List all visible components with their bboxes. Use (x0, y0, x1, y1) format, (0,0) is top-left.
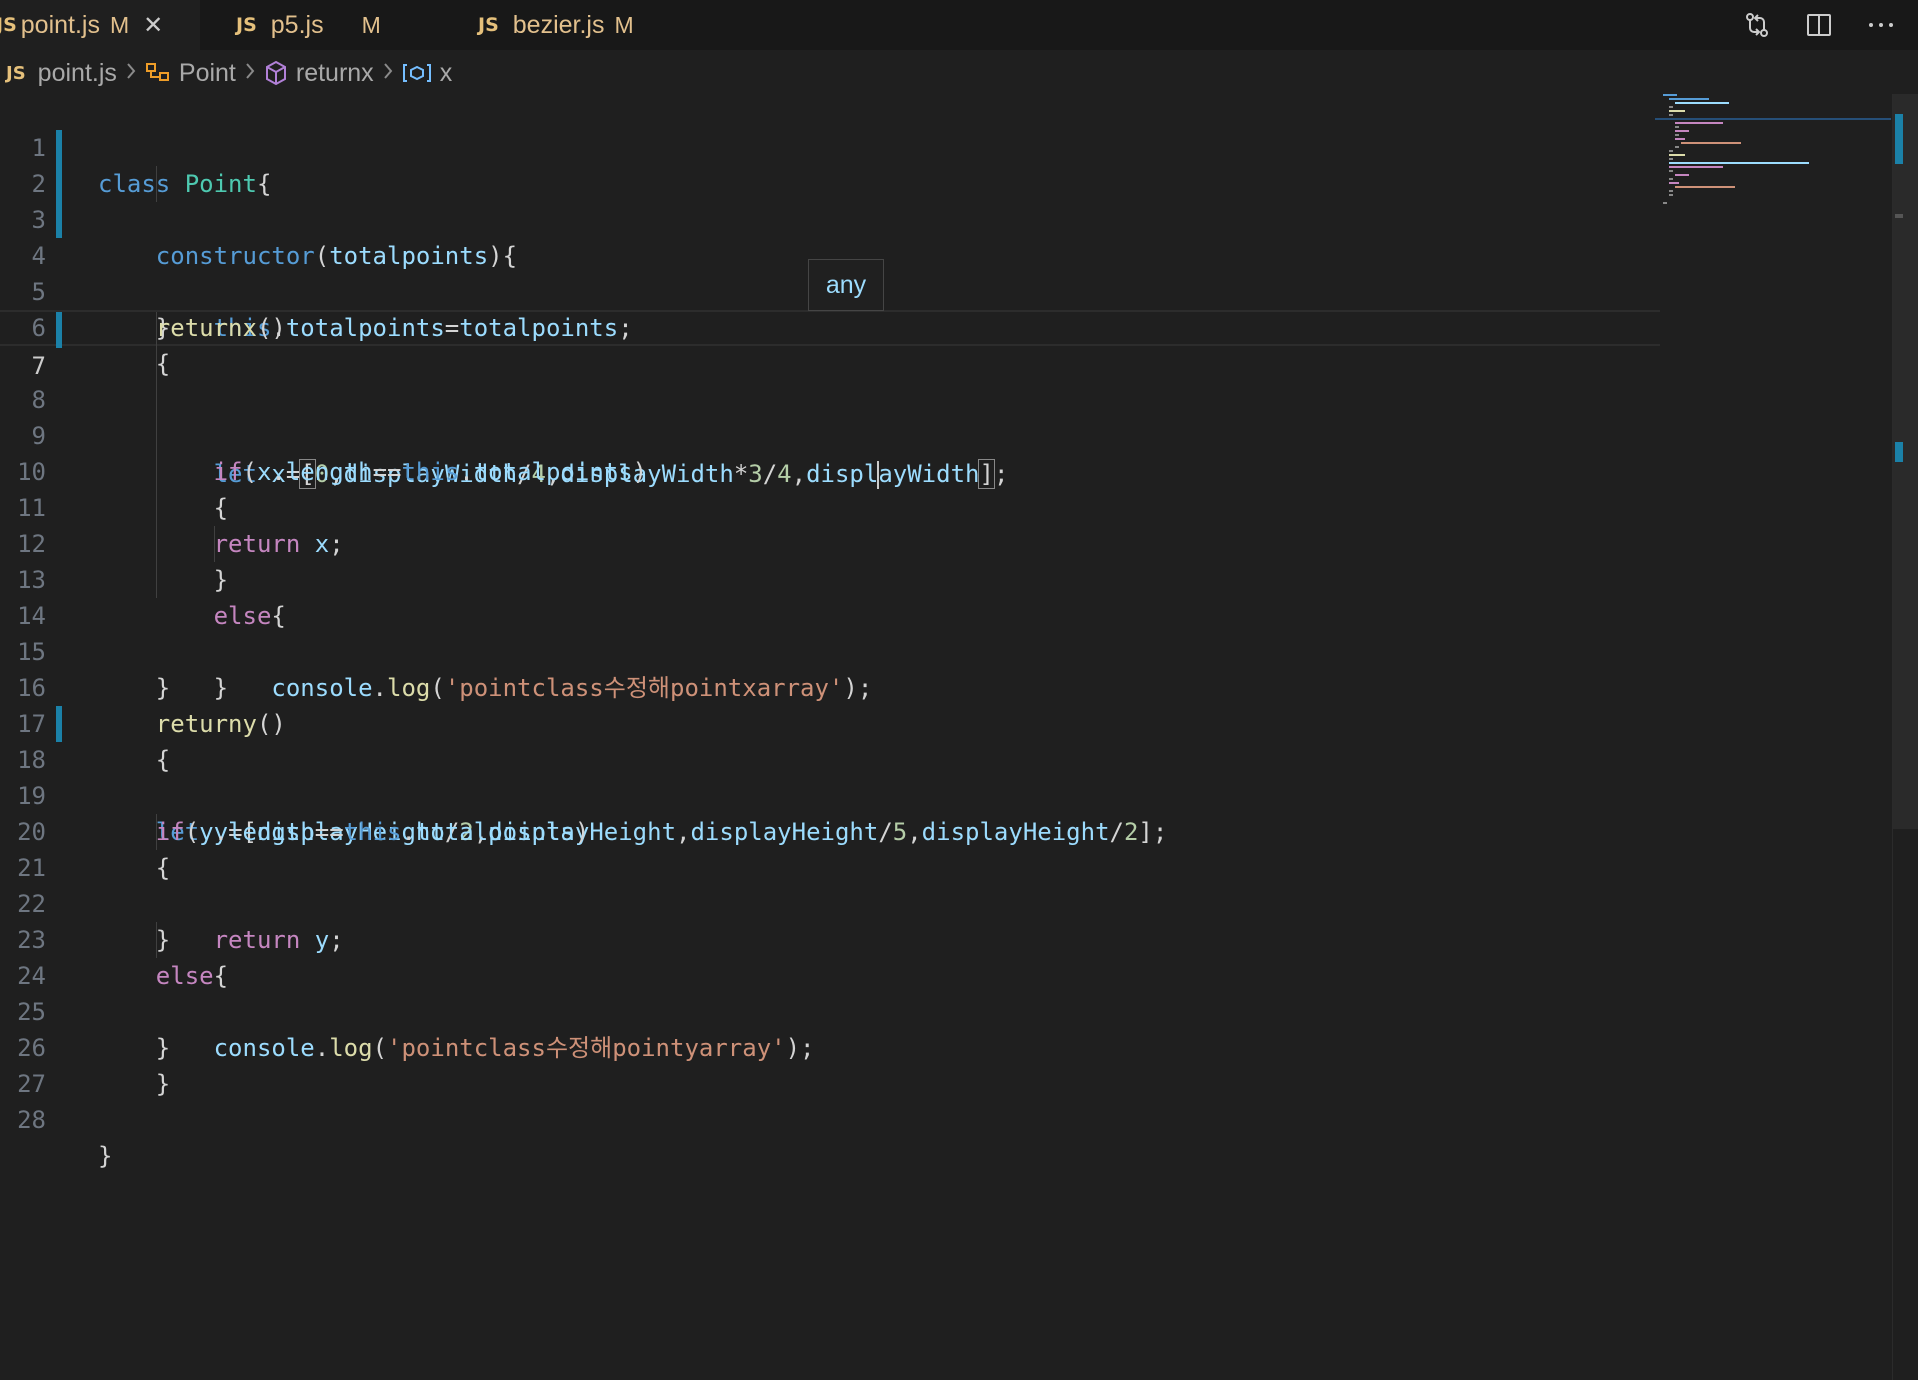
code-line: 8 if(x.length==this.totalpoints) (0, 346, 1660, 486)
code-line: 27 (0, 1030, 1660, 1098)
chevron-right-icon (382, 59, 394, 88)
code-line: 15 } (0, 598, 1660, 702)
chevron-right-icon (244, 59, 256, 88)
modified-gutter-marker[interactable] (56, 130, 62, 166)
modified-indicator: M (109, 11, 130, 38)
js-file-icon: JS (6, 62, 26, 84)
scrollbar-change-marker (1895, 114, 1903, 164)
code-line: 1 class Point{ (0, 94, 1660, 198)
code-line: 22 } (0, 850, 1660, 954)
modified-gutter-marker[interactable] (56, 706, 62, 742)
tab-p5-js[interactable]: JS p5.js M (208, 0, 438, 50)
minimap[interactable] (1655, 90, 1895, 220)
indent-guide (156, 526, 157, 562)
code-line: 4 } (0, 202, 1660, 342)
code-line: 28 } (0, 1066, 1660, 1170)
code-line: 17 { (0, 670, 1660, 774)
code-line: 20 { (0, 778, 1660, 882)
code-line: 9 { (0, 382, 1660, 522)
chevron-right-icon (125, 59, 137, 88)
indent-guide (214, 526, 215, 562)
tab-point-js[interactable]: JS point.js M ✕ (0, 0, 200, 50)
code-line: 13 console.log('pointclass수정해pointxarray… (0, 526, 1660, 702)
code-line: 24 console.log('pointclass수정해pointyarray… (0, 922, 1660, 1062)
code-editor: JS point.js M ✕ JS p5.js M JS bezier.js … (0, 0, 1918, 1380)
vertical-scrollbar[interactable] (1892, 94, 1918, 1380)
tab-label: p5.js (270, 10, 324, 39)
tab-label: point.js (20, 10, 100, 39)
code-line: 14 } (0, 562, 1660, 702)
tab-bezier-js[interactable]: JS bezier.js M (446, 0, 698, 50)
line-number: 28 (17, 1106, 46, 1134)
code-line: 18 let y=[displayHeight/2,displayHeight,… (0, 706, 1660, 846)
breadcrumb-method-label: returnx (295, 58, 374, 87)
indent-guide (156, 312, 157, 348)
breadcrumb-method[interactable]: returnx (264, 59, 374, 88)
breadcrumb-file-label: point.js (37, 58, 117, 87)
js-file-icon: JS (0, 14, 17, 36)
code-line: 16 returny() (0, 634, 1660, 738)
breadcrumb-file[interactable]: JS point.js (0, 59, 117, 88)
code-area[interactable]: 1 class Point{ 2 constructor(totalpoints… (0, 94, 1660, 1170)
code-line: 10 return x; (0, 418, 1660, 558)
code-line-current: 7 let x=[0,displayWidth/4,displayWidth*3… (0, 310, 1660, 489)
indent-guide (156, 454, 157, 490)
indent-guide (156, 346, 157, 382)
breadcrumb-class-label: Point (178, 58, 236, 87)
modified-gutter-marker[interactable] (56, 166, 62, 202)
code-line: 21 return y; (0, 814, 1660, 954)
indent-guide (156, 562, 157, 598)
scrollbar-cursor-marker (1895, 214, 1903, 218)
modified-indicator: M (614, 11, 634, 38)
tab-label: bezier.js (512, 10, 605, 39)
line-code: } (98, 1142, 113, 1170)
indent-guide (156, 382, 157, 418)
editor-actions (1742, 0, 1918, 50)
breadcrumb-variable[interactable]: x (402, 58, 453, 88)
code-line: 3 this.totalpoints=totalpoints; (0, 166, 1660, 342)
js-file-icon: JS (478, 14, 499, 36)
modified-gutter-marker[interactable] (56, 202, 62, 238)
indent-guide (156, 922, 157, 958)
method-icon (264, 60, 288, 86)
modified-indicator: M (361, 11, 381, 38)
split-editor-icon[interactable] (1804, 10, 1834, 40)
indent-guide (156, 166, 157, 202)
indent-guide (156, 418, 157, 454)
modified-gutter-marker[interactable] (56, 312, 62, 348)
js-file-icon: JS (236, 14, 257, 36)
indent-guide (156, 490, 157, 526)
scrollbar-change-marker (1895, 442, 1903, 462)
breadcrumb-class[interactable]: Point (145, 59, 236, 88)
class-icon (145, 61, 171, 85)
compare-changes-icon[interactable] (1742, 10, 1772, 40)
close-icon[interactable]: ✕ (143, 11, 163, 40)
variable-icon (402, 62, 432, 84)
code-line: 23 else{ (0, 886, 1660, 990)
code-line: 12 else{ (0, 490, 1660, 630)
tab-bar: JS point.js M ✕ JS p5.js M JS bezier.js … (0, 0, 1918, 50)
code-line: 25 } (0, 958, 1660, 1062)
code-line: 26 } (0, 994, 1660, 1098)
breadcrumb: JS point.js Point returnx x (0, 54, 452, 92)
code-line: 2 constructor(totalpoints){ (0, 130, 1660, 270)
indent-guide (156, 814, 157, 850)
more-actions-icon[interactable] (1866, 10, 1896, 40)
code-line: 11 } (0, 454, 1660, 594)
code-line: 19 if(y.length==this.totalpoints) (0, 742, 1660, 846)
breadcrumb-variable-label: x (439, 58, 453, 87)
hover-tooltip: any (808, 259, 884, 311)
